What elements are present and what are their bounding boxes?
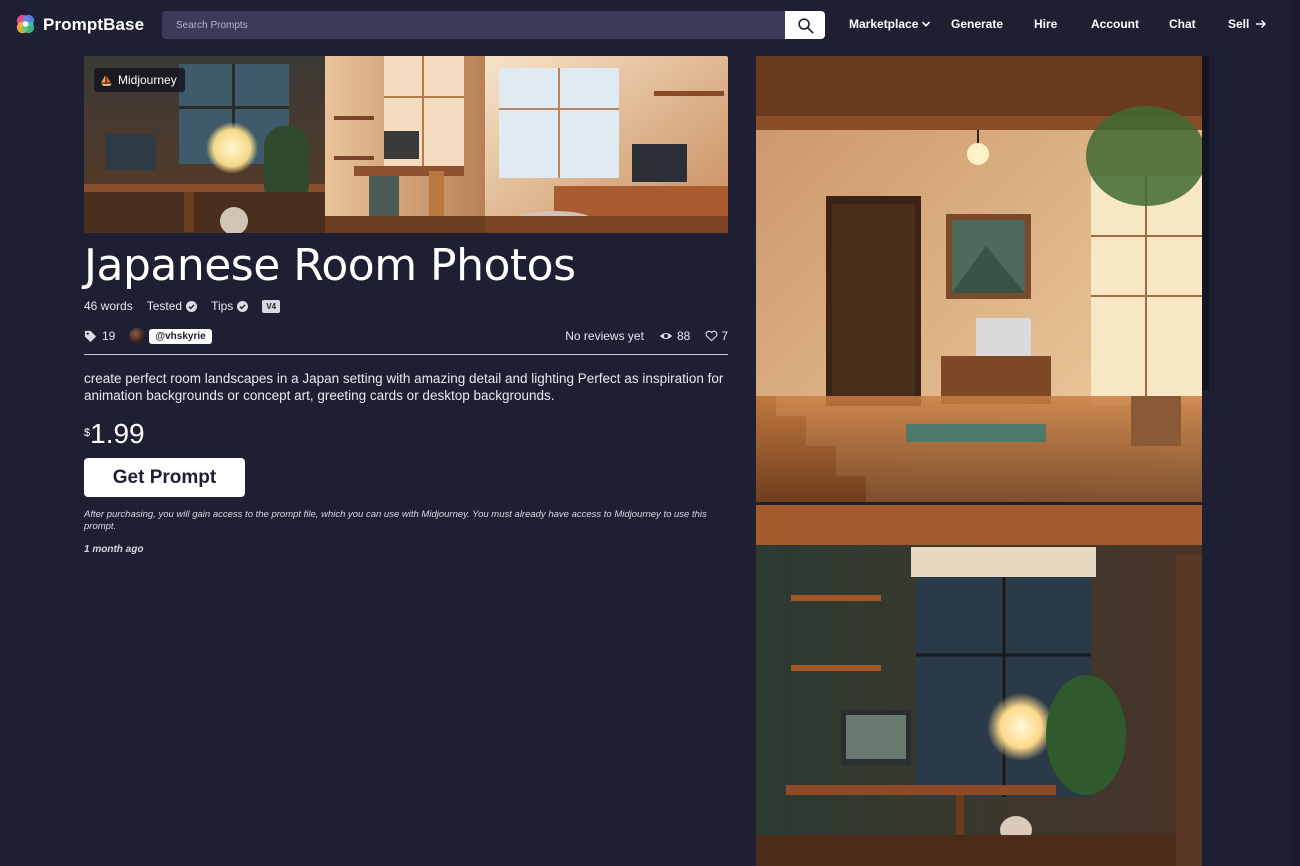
promptbase-logo-icon: [16, 14, 35, 34]
tips-label: Tips: [211, 299, 234, 313]
search-icon: [797, 17, 813, 33]
search-input[interactable]: [162, 11, 785, 39]
views-value: 88: [676, 329, 691, 343]
tested-badge[interactable]: Tested: [146, 299, 198, 313]
tag-icon: [84, 330, 97, 342]
section-divider: [84, 354, 728, 355]
prompt-stats: 19 @vhskyrie No reviews yet 88 7: [84, 327, 728, 345]
word-count: 46 words: [84, 299, 133, 313]
chevron-down-icon: [922, 21, 931, 27]
midjourney-sailboat-icon: [101, 74, 112, 86]
nav-sell-label: Sell: [1228, 17, 1250, 31]
room-with-staircase-illustration: [756, 56, 1202, 502]
verified-check-icon: [186, 300, 198, 312]
like-button[interactable]: 7: [705, 329, 728, 343]
price-amount: 1.99: [90, 418, 145, 449]
model-badge[interactable]: Midjourney: [94, 68, 185, 92]
search-bar: [162, 11, 825, 39]
search-button[interactable]: [785, 11, 825, 39]
tag-count[interactable]: 19: [102, 329, 115, 343]
tested-label: Tested: [146, 299, 183, 313]
nav-marketplace-label: Marketplace: [849, 17, 919, 31]
purchase-disclaimer: After purchasing, you will gain access t…: [84, 509, 707, 532]
prompt-description: create perfect room landscapes in a Japa…: [84, 371, 724, 403]
page-scroll-edge: [1292, 0, 1300, 866]
example-image-2[interactable]: [756, 505, 1202, 866]
price: $ 1.99: [84, 418, 145, 450]
eye-icon: [659, 332, 673, 340]
version-badge: V4: [262, 299, 281, 313]
posted-time: 1 month ago: [84, 544, 144, 555]
top-navbar: PromptBase Marketplace Generate Hire Acc…: [0, 0, 1300, 50]
brand-name: PromptBase: [43, 14, 145, 34]
likes-value: 7: [721, 329, 728, 343]
prompt-meta: 46 words Tested Tips V4: [84, 299, 281, 313]
nav-generate[interactable]: Generate: [951, 17, 1003, 31]
nav-chat[interactable]: Chat: [1169, 17, 1196, 31]
views-count: 88: [659, 329, 690, 343]
nav-account[interactable]: Account: [1091, 17, 1139, 31]
model-name: Midjourney: [118, 73, 177, 87]
author-avatar[interactable]: [129, 328, 146, 344]
nav-marketplace[interactable]: Marketplace: [849, 17, 931, 31]
author-username[interactable]: @vhskyrie: [149, 328, 212, 344]
engagement-stats: No reviews yet 88 7: [550, 329, 728, 343]
verified-check-icon: [237, 300, 249, 312]
room-at-dusk-illustration: [756, 505, 1202, 866]
heart-icon: [705, 330, 718, 342]
arrow-right-icon: [1256, 20, 1267, 28]
nav-sell[interactable]: Sell: [1228, 17, 1267, 31]
get-prompt-button[interactable]: Get Prompt: [84, 458, 245, 497]
reviews-status[interactable]: No reviews yet: [565, 329, 644, 343]
brand-logo[interactable]: PromptBase: [14, 13, 144, 36]
prompt-title: Japanese Room Photos: [84, 240, 576, 291]
tips-badge[interactable]: Tips: [211, 299, 249, 313]
nav-hire[interactable]: Hire: [1034, 17, 1057, 31]
example-image-1[interactable]: [756, 56, 1202, 502]
